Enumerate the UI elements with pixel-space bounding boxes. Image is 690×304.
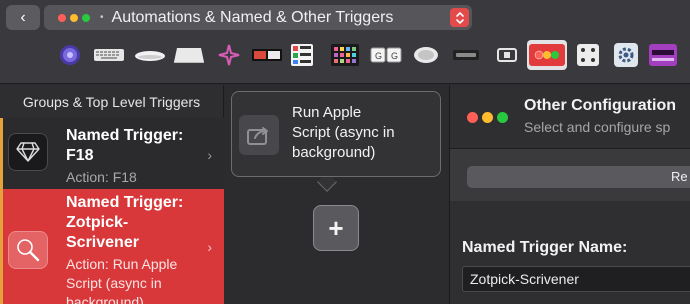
device-type-row: GG — [0, 40, 690, 70]
action-popover[interactable]: Run Apple Script (async in background) — [231, 91, 441, 177]
toolbar: ‹ • Automations & Named & Other Triggers — [0, 0, 690, 84]
trigger-action: Action: Run Apple — [66, 256, 178, 272]
automations-icon[interactable] — [527, 40, 567, 70]
key-sequence-icon[interactable]: GG — [370, 40, 402, 70]
actions-area: Run Apple Script (async in background) + — [225, 85, 448, 304]
keyboard-icon[interactable] — [92, 40, 126, 70]
triggers-sidebar: Groups & Top Level Triggers Named Trigge… — [0, 85, 224, 304]
trigger-action: Action: F18 — [66, 169, 137, 185]
svg-text:G: G — [391, 51, 398, 61]
popover-text: Run Apple Script (async in background) — [292, 103, 432, 163]
magnifier-icon — [8, 231, 48, 269]
config-title: Other Configuration — [524, 97, 676, 114]
popover-line3: background) — [292, 144, 376, 161]
trigger-title-line2: F18 — [66, 147, 94, 164]
svg-text:G: G — [375, 51, 382, 61]
named-trigger-name-label: Named Trigger Name: — [462, 239, 628, 256]
touch-bar-icon[interactable] — [250, 40, 284, 70]
stream-deck-icon[interactable] — [289, 40, 315, 70]
trigger-row-f18[interactable]: Named Trigger: F18 Action: F18 › — [0, 118, 224, 189]
trigger-title-line3: Scrivener — [66, 234, 139, 251]
apple-tv-remote-icon[interactable] — [494, 40, 520, 70]
config-subtitle: Select and configure sp — [524, 119, 671, 135]
trackpad-icon[interactable] — [172, 40, 206, 70]
back-button[interactable]: ‹ — [6, 5, 40, 30]
window-dots-icon — [467, 112, 508, 123]
siri-remote-icon[interactable] — [55, 40, 85, 70]
bluetooth-remote-icon[interactable] — [451, 40, 481, 70]
chevron-right-icon: › — [207, 147, 212, 163]
plus-icon: + — [328, 212, 344, 243]
trigger-title-line2: Zotpick- — [66, 214, 129, 231]
configuration-panel: Other Configuration Select and configure… — [449, 85, 690, 304]
preset-bullet: • — [100, 12, 104, 23]
trigger-title: Named Trigger: — [66, 194, 184, 211]
other-settings-icon[interactable] — [612, 40, 640, 70]
window-dots-icon — [58, 13, 90, 22]
share-arrow-icon — [239, 115, 279, 155]
diamond-icon — [8, 133, 48, 171]
popover-line1: Run Apple — [292, 104, 362, 121]
preset-select[interactable]: • Automations & Named & Other Triggers — [44, 5, 472, 30]
config-action-button[interactable]: Re — [467, 166, 690, 188]
notch-bar-icon[interactable] — [648, 40, 678, 70]
trigger-action-line2: Script (async in — [66, 275, 162, 291]
add-action-button[interactable]: + — [313, 205, 359, 251]
popover-line2: Script (async in — [292, 124, 395, 141]
preset-label: Automations & Named & Other Triggers — [111, 8, 394, 26]
sidebar-header: Groups & Top Level Triggers — [22, 93, 201, 110]
normal-mouse-icon[interactable] — [410, 40, 442, 70]
named-trigger-name-field[interactable]: Zotpick-Scrivener — [462, 266, 690, 292]
trigger-row-zotpick[interactable]: Named Trigger: Zotpick- Scrivener Action… — [0, 189, 224, 304]
row-accent — [0, 189, 3, 304]
midi-icon[interactable] — [330, 40, 360, 70]
trigger-action-line3: background) — [66, 294, 144, 304]
stepper-arrows-icon[interactable] — [450, 8, 469, 27]
magic-mouse-icon[interactable] — [133, 40, 167, 70]
row-accent — [0, 118, 3, 189]
chevron-right-icon: › — [207, 239, 212, 255]
leap-motion-icon[interactable] — [214, 40, 244, 70]
chevron-left-icon: ‹ — [20, 8, 26, 26]
trigger-title: Named Trigger: — [66, 127, 184, 144]
drawings-icon[interactable] — [574, 40, 602, 70]
